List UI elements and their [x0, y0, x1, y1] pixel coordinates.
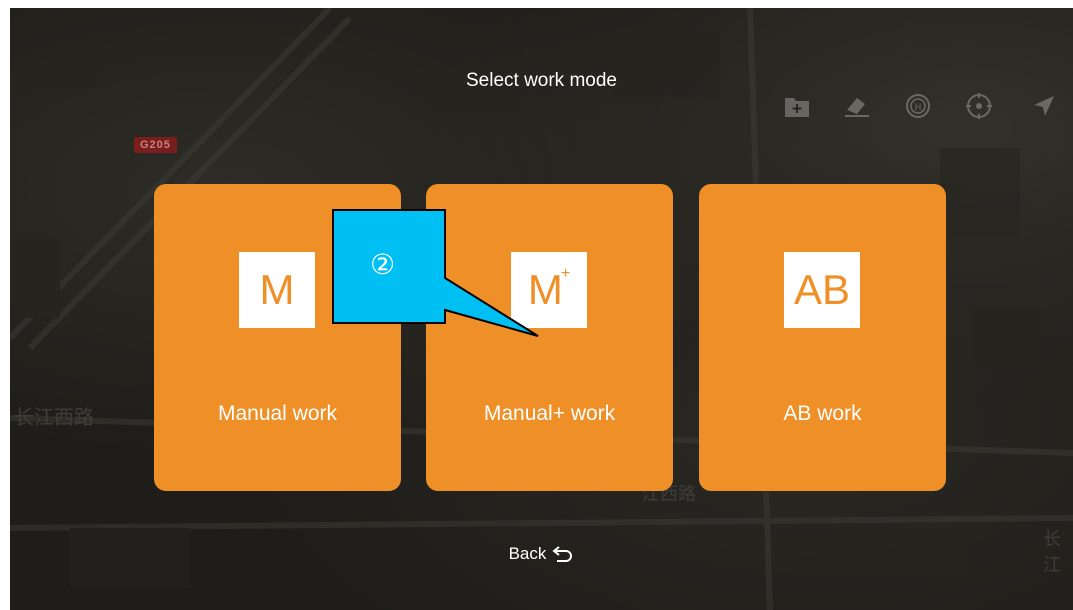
callout-annotation [332, 209, 539, 337]
back-label: Back [508, 544, 547, 563]
callout-number: ② [370, 249, 396, 280]
back-button[interactable]: Back [10, 544, 1073, 564]
work-mode-screen: G205 长江西路 江西路 长江 H Select work mode M Ma… [10, 8, 1073, 610]
undo-arrow-icon [552, 546, 573, 562]
